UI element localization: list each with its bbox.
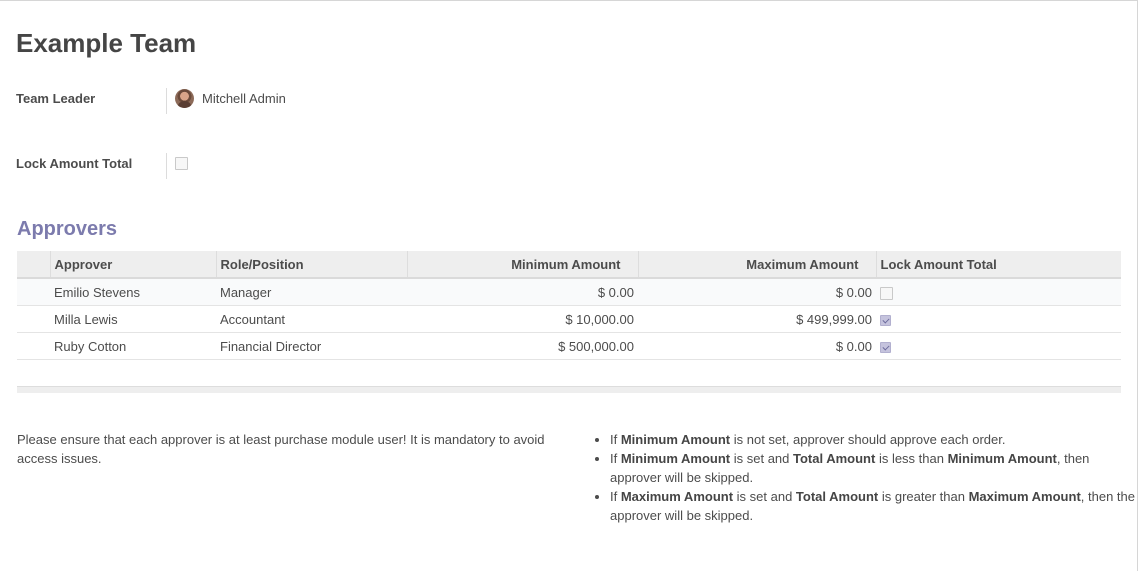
column-header-minimum-amount[interactable]: Minimum Amount <box>406 251 638 279</box>
lock-checkbox-checked[interactable] <box>880 341 891 353</box>
field-separator <box>166 153 167 179</box>
team-leader-field[interactable]: Mitchell Admin <box>175 89 286 108</box>
row-handle <box>17 332 50 360</box>
column-header-maximum-amount[interactable]: Maximum Amount <box>637 251 876 279</box>
cell-role[interactable]: Financial Director <box>216 332 407 360</box>
cell-role[interactable]: Accountant <box>216 305 407 333</box>
team-leader-value[interactable]: Mitchell Admin <box>202 91 286 106</box>
column-header-lock-amount-total[interactable]: Lock Amount Total <box>875 251 1121 279</box>
table-footer <box>17 386 1121 393</box>
cell-role[interactable]: Manager <box>216 278 407 306</box>
lock-checkbox[interactable] <box>880 286 893 300</box>
lock-amount-checkbox[interactable] <box>175 157 188 170</box>
cell-lock-amount[interactable] <box>876 332 1121 360</box>
lock-checkbox-checked[interactable] <box>880 314 891 326</box>
cell-minimum-amount[interactable]: $ 10,000.00 <box>407 305 638 333</box>
team-leader-label: Team Leader <box>16 91 96 106</box>
table-row[interactable]: Emilio Stevens Manager $ 0.00 $ 0.00 <box>17 278 1121 306</box>
column-header-role[interactable]: Role/Position <box>215 251 407 279</box>
cell-maximum-amount[interactable]: $ 0.00 <box>638 278 876 306</box>
column-header-approver[interactable]: Approver <box>49 251 216 279</box>
row-handle <box>17 278 50 306</box>
table-header-row: Approver Role/Position Minimum Amount Ma… <box>17 251 1121 279</box>
approvers-section-title: Approvers <box>17 218 118 240</box>
cell-maximum-amount[interactable]: $ 499,999.00 <box>638 305 876 333</box>
table-row[interactable]: Milla Lewis Accountant $ 10,000.00 $ 499… <box>17 305 1121 333</box>
cell-lock-amount[interactable] <box>876 278 1121 306</box>
rule-item: If Minimum Amount is not set, approver s… <box>610 430 1139 449</box>
approver-info-note: Please ensure that each approver is at l… <box>17 432 545 466</box>
cell-minimum-amount[interactable]: $ 0.00 <box>407 278 638 306</box>
cell-approver[interactable]: Ruby Cotton <box>50 332 216 360</box>
lock-amount-label: Lock Amount Total <box>16 156 133 171</box>
cell-approver[interactable]: Milla Lewis <box>50 305 216 333</box>
approval-rules-list: If Minimum Amount is not set, approver s… <box>592 430 1139 525</box>
row-handle-header <box>17 251 50 279</box>
field-separator <box>166 88 167 114</box>
table-row[interactable]: Ruby Cotton Financial Director $ 500,000… <box>17 332 1121 360</box>
page-title: Example Team <box>16 28 197 58</box>
cell-maximum-amount[interactable]: $ 0.00 <box>638 332 876 360</box>
user-avatar <box>175 89 194 108</box>
row-handle <box>17 305 50 333</box>
cell-minimum-amount[interactable]: $ 500,000.00 <box>407 332 638 360</box>
rule-item: If Maximum Amount is set and Total Amoun… <box>610 487 1139 525</box>
cell-lock-amount[interactable] <box>876 305 1121 333</box>
rule-item: If Minimum Amount is set and Total Amoun… <box>610 449 1139 487</box>
approvers-table: Approver Role/Position Minimum Amount Ma… <box>17 251 1121 360</box>
cell-approver[interactable]: Emilio Stevens <box>50 278 216 306</box>
